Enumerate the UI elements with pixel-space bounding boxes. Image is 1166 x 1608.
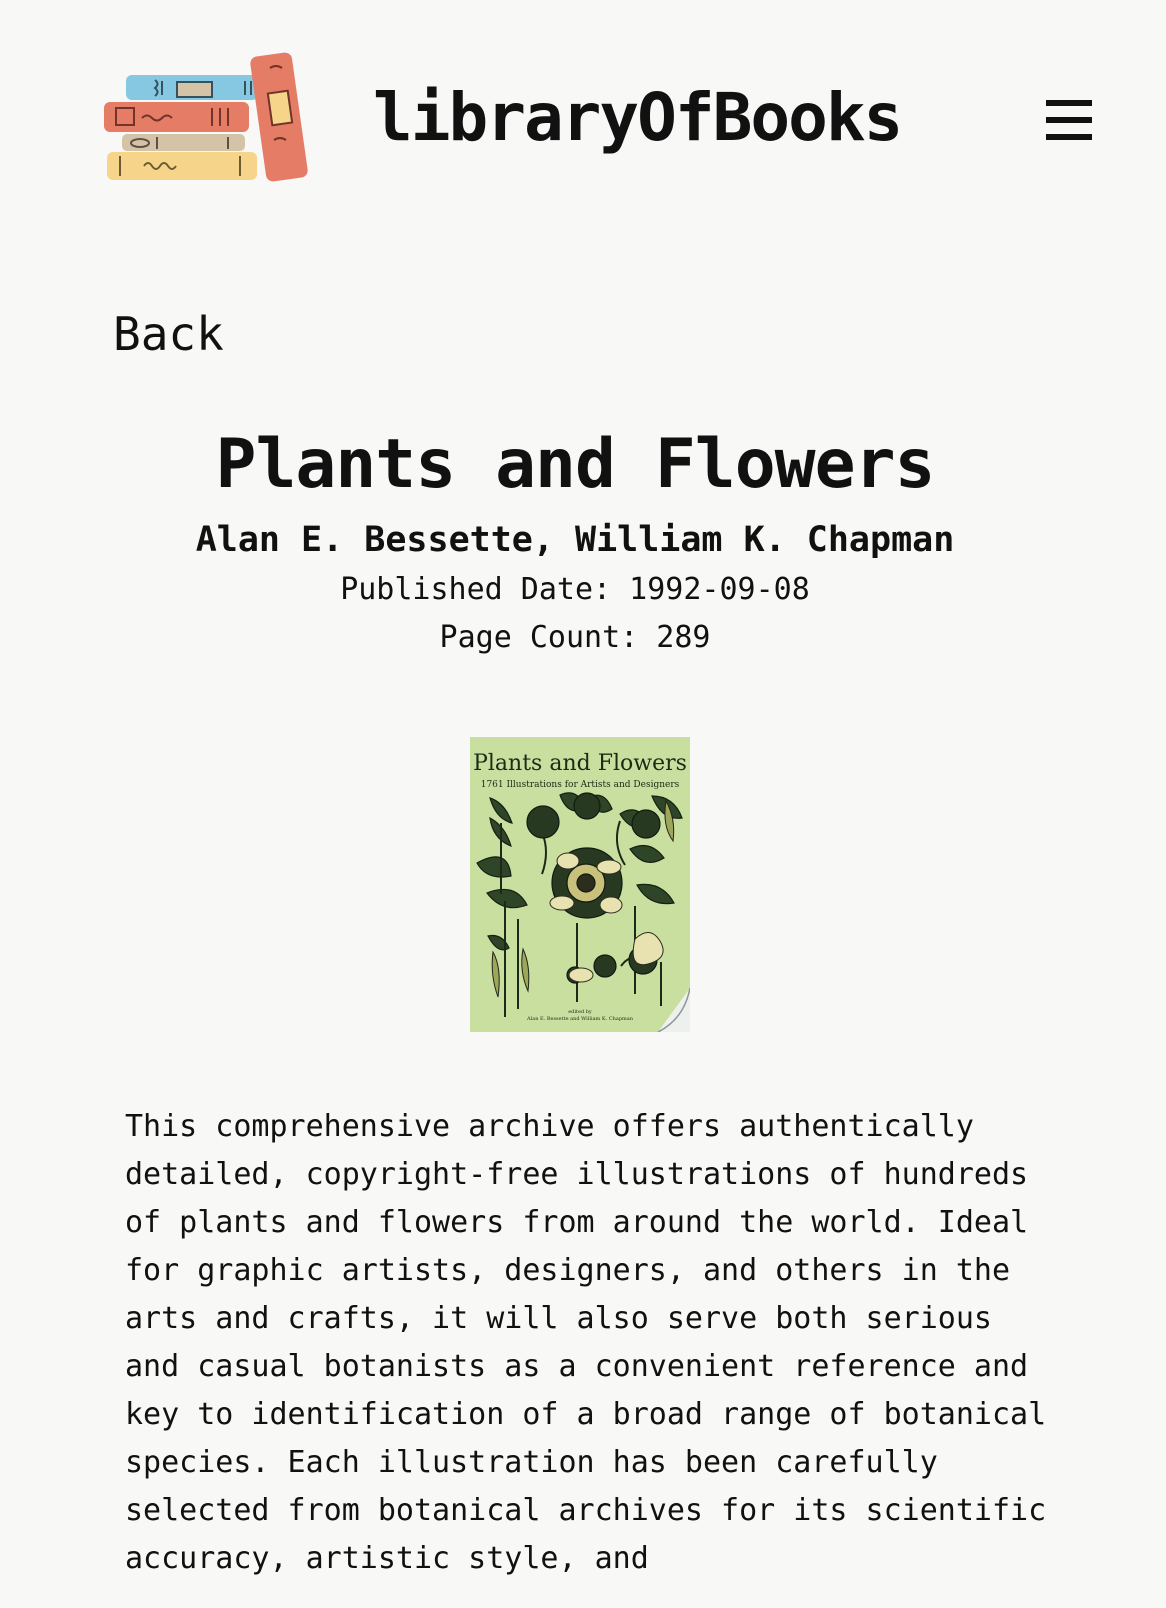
page-count: Page Count: 289 — [439, 620, 711, 655]
hamburger-menu-icon[interactable] — [1044, 96, 1096, 146]
back-link[interactable]: Back — [113, 303, 224, 365]
cover-credit-line: edited by — [568, 1009, 592, 1015]
book-cover-image: Plants and Flowers 1761 Illustrations fo… — [470, 737, 690, 1032]
site-title[interactable]: libraryOfBooks — [373, 76, 903, 160]
book-description: This comprehensive archive offers authen… — [125, 1109, 1047, 1576]
book-authors: Alan E. Bessette, William K. Chapman — [195, 520, 955, 560]
library-logo-icon — [104, 52, 308, 182]
cover-title: Plants and Flowers — [473, 751, 687, 776]
published-date: Published Date: 1992-09-08 — [340, 572, 810, 607]
cover-editors: Alan E. Bessette and William K. Chapman — [526, 1016, 634, 1022]
cover-subtitle: 1761 Illustrations for Artists and Desig… — [481, 780, 680, 790]
book-title: Plants and Flowers — [215, 425, 936, 504]
